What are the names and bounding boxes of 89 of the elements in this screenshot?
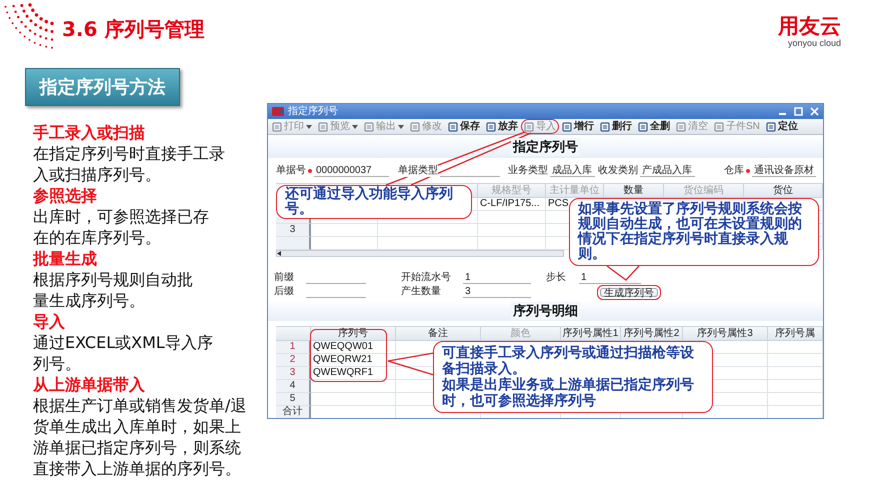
input-field[interactable]: 3 bbox=[463, 286, 531, 298]
caret-icon bbox=[398, 124, 404, 128]
row-number: 1 bbox=[276, 341, 311, 354]
document-icon bbox=[638, 122, 648, 132]
toolbar-button[interactable]: 保存 bbox=[446, 120, 482, 133]
input-field[interactable]: 0000000037 bbox=[314, 165, 389, 177]
document-icon bbox=[318, 122, 328, 132]
column-header: 规格型号 bbox=[478, 184, 546, 198]
input-field[interactable]: 产成品入库 bbox=[640, 165, 695, 177]
column-header: 主计量单位 bbox=[546, 184, 604, 198]
left-arrow-icon[interactable] bbox=[277, 251, 282, 256]
column-header: 序列号属性2 bbox=[621, 327, 683, 341]
caret-icon bbox=[352, 124, 358, 128]
table-cell: C-LF/IP175... bbox=[478, 198, 546, 211]
callout-text: 可直接手工录入序列号或通过扫描枪等设备扫描录入。 bbox=[442, 345, 695, 377]
input-field[interactable]: 成品入库 bbox=[550, 165, 595, 177]
document-icon bbox=[524, 122, 534, 132]
field-label: 仓库 bbox=[724, 165, 744, 177]
document-icon bbox=[364, 122, 374, 132]
input-field[interactable]: 1 bbox=[463, 272, 531, 284]
field-label: 单据号 bbox=[276, 165, 306, 177]
method-description: 在指定序列号时直接手工录 入或扫描序列号。 bbox=[33, 143, 226, 185]
slide-title: 3.6 序列号管理 bbox=[62, 16, 204, 42]
row-number: 2 bbox=[276, 354, 311, 367]
logo-tagline: yonyou cloud bbox=[788, 38, 841, 49]
document-icon bbox=[486, 122, 496, 132]
window-title: 指定序列号 bbox=[288, 106, 338, 118]
section-label: 指定序列号方法 bbox=[25, 68, 180, 106]
document-icon bbox=[766, 122, 776, 132]
method-title: 批量生成 bbox=[33, 248, 98, 269]
table-cell: QWEQQW01 bbox=[311, 341, 396, 354]
app-icon bbox=[272, 107, 284, 116]
document-icon bbox=[714, 122, 724, 132]
toolbar-button[interactable]: 删行 bbox=[598, 120, 634, 133]
method-title: 从上游单据带入 bbox=[33, 374, 146, 395]
method-description: 通过EXCEL或XML导入序 列号。 bbox=[33, 332, 214, 374]
table-cell bbox=[311, 224, 378, 237]
close-icon[interactable] bbox=[810, 107, 819, 116]
toolbar-button[interactable]: 放弃 bbox=[484, 120, 520, 133]
table-cell bbox=[768, 393, 823, 406]
input-field[interactable]: 1 bbox=[579, 272, 641, 284]
method-description: 根据生产订单或销售发货单/退 货单生成出入库单时，如果上 游单据已指定序列号，则系统 直接带入上游单据的序列号。 bbox=[33, 395, 248, 479]
callout-text: 如果是出库业务或上游单据已指定序列号时，也可参照选择序列号 bbox=[442, 377, 695, 409]
column-header: 序列号属 bbox=[768, 327, 823, 341]
document-icon bbox=[272, 122, 282, 132]
column-header: 货位编码 bbox=[664, 184, 744, 198]
column-header: 货位 bbox=[744, 184, 823, 198]
table-cell bbox=[768, 367, 823, 380]
table-cell: QWEWQRF1 bbox=[311, 367, 396, 380]
field-label: 单据类型 bbox=[398, 165, 438, 177]
caret-icon bbox=[306, 124, 312, 128]
logo-name: 用友云 bbox=[778, 14, 841, 38]
column-header: 备注 bbox=[396, 327, 481, 341]
row-number: 4 bbox=[276, 380, 311, 393]
column-header: 序列号属性1 bbox=[561, 327, 621, 341]
row-number: 5 bbox=[276, 393, 311, 406]
method-description: 出库时，可参照选择已存 在的在库序列号。 bbox=[33, 206, 210, 248]
maximize-icon[interactable] bbox=[794, 107, 803, 116]
toolbar-button[interactable]: 增行 bbox=[560, 120, 596, 133]
detail-heading: 序列号明细 bbox=[511, 302, 580, 320]
document-icon bbox=[562, 122, 572, 132]
callout-text: 还可通过导入功能导入序列号。 bbox=[285, 187, 454, 217]
column-header: 颜色 bbox=[481, 327, 561, 341]
table-cell: QWEQRW21 bbox=[311, 354, 396, 367]
horizontal-scrollbar[interactable] bbox=[276, 250, 564, 257]
method-title: 导入 bbox=[33, 311, 66, 332]
method-description: 根据序列号规则自动批 量生成序列号。 bbox=[33, 269, 194, 311]
generate-button[interactable]: 生成序列号 bbox=[597, 284, 661, 300]
column-header: 数量 bbox=[604, 184, 664, 198]
table-cell bbox=[768, 341, 823, 354]
input-field[interactable]: 通讯设备原材 bbox=[752, 165, 816, 177]
document-icon bbox=[600, 122, 610, 132]
document-icon bbox=[448, 122, 458, 132]
table-cell bbox=[768, 380, 823, 393]
toolbar-button[interactable]: 定位 bbox=[764, 120, 800, 133]
row-number: 3 bbox=[276, 367, 311, 380]
field-label: 收发类别 bbox=[598, 165, 638, 177]
column-header: 序列号属性3 bbox=[683, 327, 768, 341]
total-label: 合计 bbox=[276, 406, 311, 418]
table-cell bbox=[768, 354, 823, 367]
form-heading: 指定序列号 bbox=[511, 138, 580, 156]
field-label: 业务类型 bbox=[508, 165, 548, 177]
method-title: 手工录入或扫描 bbox=[33, 122, 146, 143]
document-icon bbox=[676, 122, 686, 132]
row-number bbox=[276, 237, 311, 250]
toolbar-button[interactable]: 全删 bbox=[636, 120, 672, 133]
method-title: 参照选择 bbox=[33, 185, 98, 206]
document-icon bbox=[410, 122, 420, 132]
row-number: 3 bbox=[276, 224, 311, 237]
